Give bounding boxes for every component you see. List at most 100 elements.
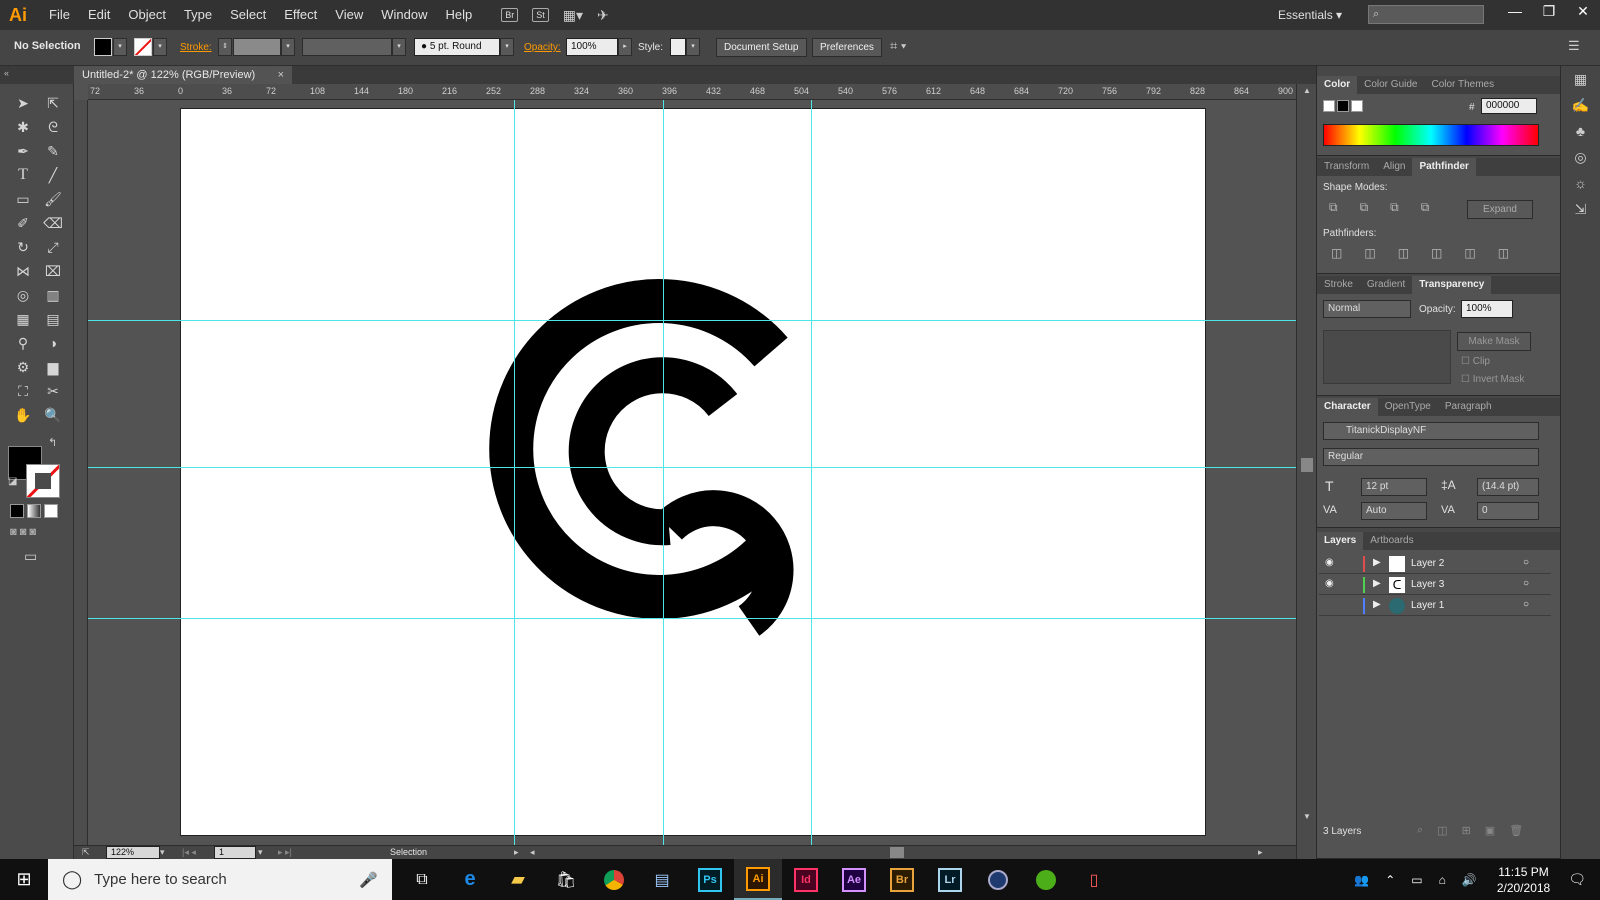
screen-mode-icon[interactable]: ▭ <box>24 548 37 565</box>
scroll-up-icon[interactable]: ▲ <box>1303 86 1311 95</box>
mesh-tool-icon[interactable]: ▦ <box>8 308 38 330</box>
layer-name[interactable]: Layer 2 <box>1411 558 1444 569</box>
scale-tool-icon[interactable]: ⤢ <box>38 236 68 258</box>
hand-tool-icon[interactable]: ✋ <box>8 404 38 426</box>
stroke-color-box[interactable] <box>26 464 60 498</box>
expand-layer-icon[interactable]: ▶ <box>1373 557 1381 568</box>
tab-transform[interactable]: Transform <box>1317 158 1376 176</box>
artboard-dropdown[interactable]: ▾ <box>258 847 263 858</box>
clip-checkbox[interactable]: ☐ Clip <box>1461 356 1490 367</box>
brush-dropdown[interactable]: ▾ <box>500 38 514 56</box>
microphone-icon[interactable]: 🎤 <box>359 871 378 889</box>
tab-color[interactable]: Color <box>1317 76 1358 94</box>
crop-icon[interactable]: ◫ <box>1431 246 1442 260</box>
artboard-nav-prev-icon[interactable]: |◂ ◂ <box>182 847 196 858</box>
horizontal-ruler[interactable]: 72 36 0 36 72 108 144 180 216 252 288 32… <box>88 84 1296 100</box>
paintbrush-tool-icon[interactable]: 🖌 <box>38 188 68 210</box>
collapse-toolbar-icon[interactable]: « <box>4 68 9 78</box>
exclude-icon[interactable]: ⧉ <box>1421 200 1430 215</box>
gradient-tool-icon[interactable]: ▤ <box>38 308 68 330</box>
invert-mask-checkbox[interactable]: ☐ Invert Mask <box>1461 374 1524 385</box>
shaper-tool-icon[interactable]: ✐ <box>8 212 38 234</box>
task-view-icon[interactable]: ⧉ <box>398 859 446 900</box>
color-spectrum[interactable] <box>1323 124 1539 146</box>
menu-effect[interactable]: Effect <box>275 0 326 30</box>
minus-front-icon[interactable]: ⧉ <box>1360 200 1369 215</box>
vertical-ruler[interactable] <box>74 100 88 845</box>
help-search-input[interactable]: ⌕ <box>1368 5 1484 24</box>
hscroll-left-icon[interactable]: ◂ <box>530 847 535 858</box>
expand-layer-icon[interactable]: ▶ <box>1373 578 1381 589</box>
clipping-mask-icon[interactable]: ◫ <box>1437 824 1447 837</box>
tab-artboards[interactable]: Artboards <box>1363 532 1420 550</box>
trim-icon[interactable]: ◫ <box>1364 246 1375 260</box>
symbol-sprayer-tool-icon[interactable]: ⚙ <box>8 356 38 378</box>
guide-horizontal[interactable] <box>88 467 1296 468</box>
target-circle-icon[interactable]: ○ <box>1523 557 1529 568</box>
opacity-label[interactable]: Opacity: <box>524 42 561 53</box>
vectorizer-icon[interactable] <box>1022 859 1070 900</box>
stroke-label[interactable]: Stroke: <box>180 42 212 53</box>
minus-back-icon[interactable]: ◫ <box>1498 246 1509 260</box>
stroke-weight-input[interactable] <box>233 38 281 56</box>
column-graph-tool-icon[interactable]: ▆ <box>38 356 68 378</box>
panel-symbols-icon[interactable]: ♣ <box>1561 118 1600 144</box>
outline-icon[interactable]: ◫ <box>1464 246 1475 260</box>
none-swatch[interactable] <box>1323 100 1335 112</box>
black-swatch[interactable] <box>1337 100 1349 112</box>
close-tab-icon[interactable]: × <box>278 66 284 84</box>
store-icon[interactable]: 🛍 <box>542 859 590 900</box>
style-dropdown[interactable]: ▾ <box>686 38 700 56</box>
layer-name[interactable]: Layer 3 <box>1411 579 1444 590</box>
fill-swatch[interactable] <box>94 38 112 56</box>
divide-icon[interactable]: ◫ <box>1331 246 1342 260</box>
artboard-number-input[interactable]: 1 <box>214 846 256 859</box>
panel-menu-icon[interactable]: ☰ <box>1568 38 1580 54</box>
lasso-tool-icon[interactable]: ᘓ <box>38 116 68 138</box>
font-style-select[interactable]: Regular <box>1323 448 1539 466</box>
indesign-icon[interactable]: Id <box>782 859 830 900</box>
after-effects-icon[interactable]: Ae <box>830 859 878 900</box>
menu-object[interactable]: Object <box>119 0 175 30</box>
file-explorer-icon[interactable]: ▰ <box>494 859 542 900</box>
restore-button[interactable]: ❐ <box>1532 0 1566 26</box>
artboard[interactable] <box>180 108 1206 836</box>
font-size-input[interactable]: 12 pt <box>1361 478 1427 496</box>
battery-icon[interactable]: ▭ <box>1411 873 1422 887</box>
menu-type[interactable]: Type <box>175 0 221 30</box>
guide-horizontal[interactable] <box>88 618 1296 619</box>
bridge-button[interactable]: Br <box>501 8 519 22</box>
rectangle-tool-icon[interactable]: ▭ <box>8 188 38 210</box>
gradient-mode-icon[interactable] <box>27 504 41 518</box>
panel-brushes-icon[interactable]: ✍ <box>1561 92 1600 118</box>
target-circle-icon[interactable]: ○ <box>1523 599 1529 610</box>
merge-icon[interactable]: ◫ <box>1398 246 1409 260</box>
tab-character[interactable]: Character <box>1317 398 1378 416</box>
panel-cc-libraries-icon[interactable]: ◎ <box>1561 144 1600 170</box>
width-profile-dropdown[interactable]: ▾ <box>392 38 406 56</box>
opacity-input[interactable]: 100% <box>566 38 618 56</box>
eraser-tool-icon[interactable]: ⌫ <box>38 212 68 234</box>
layer-row[interactable]: ▶ Layer 1 ○ <box>1319 596 1551 616</box>
tab-opentype[interactable]: OpenType <box>1378 398 1438 416</box>
white-swatch[interactable] <box>1351 100 1363 112</box>
hscroll-right-icon[interactable]: ▸ <box>1258 847 1263 858</box>
new-sublayer-icon[interactable]: ⊞ <box>1462 824 1471 837</box>
direct-selection-tool-icon[interactable]: ⇱ <box>38 92 68 114</box>
tab-layers[interactable]: Layers <box>1317 532 1364 550</box>
stroke-weight-stepper[interactable]: ⇕ <box>218 38 232 56</box>
arrange-documents-icon[interactable]: ▦▾ <box>563 7 583 24</box>
selection-tool-icon[interactable]: ➤ <box>8 92 38 114</box>
stock-button[interactable]: St <box>532 8 549 22</box>
delete-layer-icon[interactable]: 🗑 <box>1509 824 1523 837</box>
magic-wand-tool-icon[interactable]: ✱ <box>8 116 38 138</box>
leading-input[interactable]: (14.4 pt) <box>1477 478 1539 496</box>
canvas-area[interactable] <box>88 100 1296 845</box>
visibility-eye-icon[interactable]: ◉ <box>1325 578 1334 589</box>
type-tool-icon[interactable]: T <box>8 164 38 186</box>
tab-gradient[interactable]: Gradient <box>1360 276 1412 294</box>
document-setup-button[interactable]: Document Setup <box>716 38 807 57</box>
notifications-icon[interactable]: 🗨 <box>1568 871 1586 888</box>
opacity-field[interactable]: 100% <box>1461 300 1513 318</box>
guide-horizontal[interactable] <box>88 320 1296 321</box>
